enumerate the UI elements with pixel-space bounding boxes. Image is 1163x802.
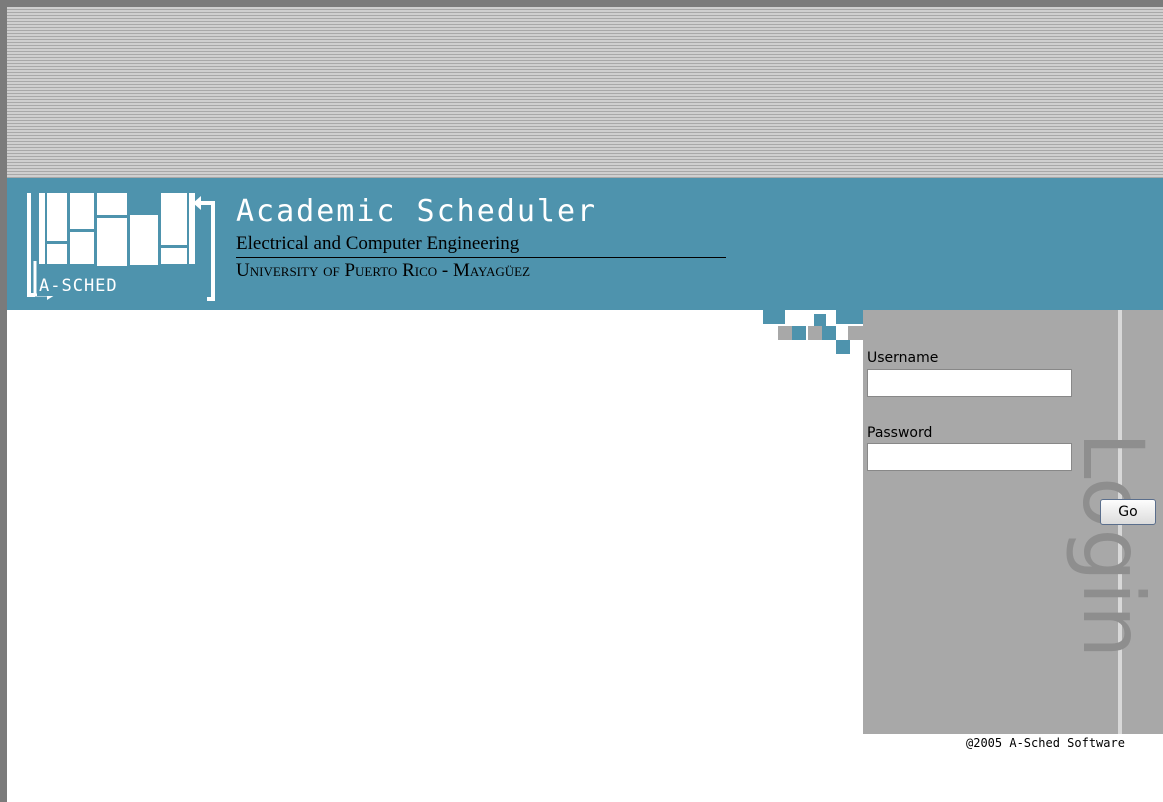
password-input[interactable] bbox=[867, 443, 1072, 471]
decorative-square bbox=[814, 314, 826, 326]
login-watermark: Login bbox=[1064, 431, 1162, 659]
login-panel: Login Username Password Go bbox=[863, 310, 1163, 734]
go-button[interactable]: Go bbox=[1100, 499, 1156, 525]
password-label: Password bbox=[867, 425, 933, 441]
decorative-square bbox=[836, 340, 850, 354]
university-name: University of Puerto Rico - Mayagüez bbox=[236, 260, 531, 281]
department-name: Electrical and Computer Engineering bbox=[236, 233, 726, 258]
header-stripes bbox=[7, 7, 1163, 178]
decorative-square bbox=[822, 326, 836, 340]
decorative-square bbox=[848, 326, 863, 340]
window-frame-top bbox=[0, 0, 1163, 7]
username-input[interactable] bbox=[867, 369, 1072, 397]
decorative-square bbox=[763, 310, 785, 324]
copyright-text: @2005 A-Sched Software bbox=[966, 736, 1125, 750]
header-banner: A-SCHED Academic Scheduler Electrical an… bbox=[7, 178, 1163, 310]
window-frame-left bbox=[0, 0, 7, 802]
decorative-square bbox=[778, 326, 792, 340]
app-title: Academic Scheduler bbox=[236, 194, 598, 229]
decorative-square bbox=[792, 326, 806, 340]
decorative-square bbox=[836, 310, 863, 324]
username-label: Username bbox=[867, 350, 939, 366]
logo-text: A-SCHED bbox=[37, 276, 120, 296]
decorative-square bbox=[808, 326, 822, 340]
